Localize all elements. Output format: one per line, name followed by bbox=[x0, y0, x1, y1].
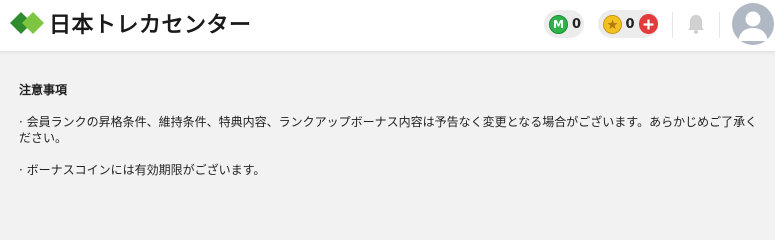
notice-item: · 会員ランクの昇格条件、維持条件、特典内容、ランクアップボーナス内容は予告なく… bbox=[19, 115, 758, 145]
star-coin-icon bbox=[603, 14, 622, 34]
notice-section: 注意事項 · 会員ランクの昇格条件、維持条件、特典内容、ランクアップボーナス内容… bbox=[19, 82, 759, 178]
m-coin-value: 0 bbox=[572, 16, 582, 32]
site-logo[interactable]: 日本トレカセンター bbox=[8, 7, 252, 39]
brand-name: 日本トレカセンター bbox=[49, 13, 252, 38]
bell-icon[interactable] bbox=[685, 13, 707, 35]
notice-item: · ボーナスコインには有効期限がございます。 bbox=[19, 163, 266, 177]
top-header: 日本トレカセンター M 0 0 bbox=[0, 0, 775, 52]
m-coin-balance[interactable]: M 0 bbox=[544, 10, 584, 38]
avatar-icon bbox=[738, 11, 768, 41]
notice-title: 注意事項 bbox=[19, 83, 68, 97]
header-divider bbox=[672, 12, 673, 38]
plus-icon bbox=[643, 19, 654, 29]
logo-mark-icon bbox=[10, 12, 44, 34]
add-coin-button[interactable] bbox=[638, 14, 658, 34]
star-coin-balance[interactable]: 0 bbox=[598, 10, 658, 38]
avatar[interactable] bbox=[732, 3, 774, 45]
m-coin-icon: M bbox=[549, 14, 568, 34]
star-coin-value: 0 bbox=[625, 16, 635, 32]
header-divider bbox=[719, 12, 720, 38]
